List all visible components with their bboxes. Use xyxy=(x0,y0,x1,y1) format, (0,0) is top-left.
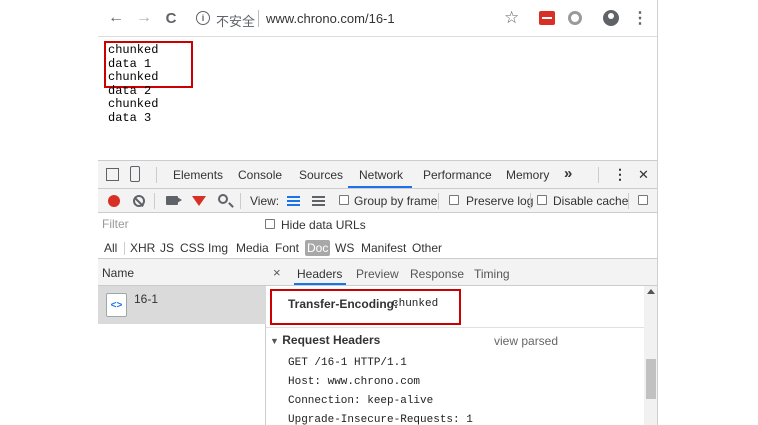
detail-active-indicator xyxy=(294,283,346,285)
resource-type-filter: All XHR JS CSS Img Media Font Doc WS Man… xyxy=(98,237,658,259)
forward-button[interactable]: → xyxy=(134,8,154,28)
browser-menu-icon[interactable]: ⋮ xyxy=(632,8,648,28)
reload-icon: C xyxy=(165,9,177,27)
type-js[interactable]: JS xyxy=(160,241,174,255)
waterfall-view-icon[interactable] xyxy=(312,196,325,206)
page-content-box: chunked data 1 chunked data 2 chunked da… xyxy=(104,41,193,124)
window-edge xyxy=(657,0,658,425)
hide-data-urls-checkbox[interactable] xyxy=(265,219,275,229)
chunk-line-3: chunked data 3 xyxy=(108,97,159,125)
type-media[interactable]: Media xyxy=(236,241,269,255)
type-xhr[interactable]: XHR xyxy=(130,241,155,255)
browser-window: ← → C i 不安全 www.chrono.com/16-1 ☆ ⋮ chun… xyxy=(98,0,658,425)
bookmark-star-icon[interactable]: ☆ xyxy=(504,8,519,28)
extension-red-icon[interactable] xyxy=(539,11,555,25)
request-row[interactable]: <> 16-1 xyxy=(98,286,266,324)
devtools-menu-icon[interactable]: ⋮ xyxy=(613,166,627,183)
filter-input[interactable]: Filter xyxy=(102,217,252,233)
filter-row: Filter Hide data URLs xyxy=(98,213,658,237)
device-toolbar-icon[interactable] xyxy=(130,166,140,182)
back-button[interactable]: ← xyxy=(106,8,126,28)
forward-arrow-icon: → xyxy=(136,9,152,26)
chunk-line-1: chunked data 1 xyxy=(108,43,159,71)
preserve-log-label: Preserve log xyxy=(466,194,534,208)
expand-triangle-icon: ▼ xyxy=(270,336,279,346)
clear-icon[interactable] xyxy=(133,195,145,207)
detail-tab-bar: × Headers Preview Response Timing xyxy=(266,259,658,286)
tab-memory[interactable]: Memory xyxy=(506,168,549,182)
type-ws[interactable]: WS xyxy=(335,241,354,255)
name-column-label: Name xyxy=(102,266,135,280)
request-detail-pane: × Headers Preview Response Timing Transf… xyxy=(266,259,658,425)
tab-performance[interactable]: Performance xyxy=(423,168,492,182)
host-header: Host: www.chrono.com xyxy=(288,376,421,388)
tab-response[interactable]: Response xyxy=(410,267,464,281)
screenshot-camera-icon[interactable] xyxy=(166,196,182,205)
back-arrow-icon: ← xyxy=(108,9,124,26)
profile-avatar-icon[interactable] xyxy=(603,10,619,26)
upgrade-insecure-header: Upgrade-Insecure-Requests: 1 xyxy=(288,414,473,425)
view-parsed-toggle[interactable]: view parsed xyxy=(494,334,558,348)
close-detail-icon[interactable]: × xyxy=(273,265,281,280)
detail-scrollbar[interactable] xyxy=(644,286,658,425)
type-other[interactable]: Other xyxy=(412,241,442,255)
tab-elements[interactable]: Elements xyxy=(173,168,223,182)
hide-data-urls-label: Hide data URLs xyxy=(281,218,366,232)
connection-header: Connection: keep-alive xyxy=(288,395,434,407)
view-label: View: xyxy=(250,194,280,208)
devtools-panel: Elements Console Sources Network Perform… xyxy=(98,160,658,425)
chunk-line-2: chunked data 2 xyxy=(108,70,159,98)
transfer-encoding-key: Transfer-Encoding: xyxy=(288,297,399,311)
scroll-up-arrow-icon[interactable] xyxy=(647,289,655,294)
type-img[interactable]: Img xyxy=(208,241,228,255)
scrollbar-thumb[interactable] xyxy=(646,359,656,399)
security-status: 不安全 xyxy=(216,14,256,29)
browser-toolbar: ← → C i 不安全 www.chrono.com/16-1 ☆ ⋮ xyxy=(98,0,658,37)
address-bar[interactable]: www.chrono.com/16-1 xyxy=(266,11,395,26)
type-doc[interactable]: Doc xyxy=(305,240,331,256)
tab-timing[interactable]: Timing xyxy=(474,267,510,281)
tab-sources[interactable]: Sources xyxy=(299,168,343,182)
type-manifest[interactable]: Manifest xyxy=(361,241,406,255)
type-all[interactable]: All xyxy=(104,241,117,255)
devtools-tab-bar: Elements Console Sources Network Perform… xyxy=(98,161,658,189)
disable-cache-checkbox[interactable] xyxy=(537,195,547,205)
section-divider xyxy=(266,327,644,328)
tab-headers[interactable]: Headers xyxy=(297,267,342,281)
request-line: GET /16-1 HTTP/1.1 xyxy=(288,357,407,369)
filter-icon[interactable] xyxy=(192,196,206,206)
omnibox-divider xyxy=(258,10,259,27)
record-icon[interactable] xyxy=(108,195,120,207)
type-font[interactable]: Font xyxy=(275,241,299,255)
document-icon: <> xyxy=(106,293,127,317)
request-headers-title[interactable]: ▼ Request Headers xyxy=(270,333,380,347)
more-tabs-icon[interactable]: » xyxy=(564,165,572,182)
group-by-frame-checkbox[interactable] xyxy=(339,195,349,205)
transfer-encoding-value: chunked xyxy=(392,298,439,310)
request-name: 16-1 xyxy=(134,292,159,306)
inspect-element-icon[interactable] xyxy=(106,168,119,181)
disable-cache-label: Disable cache xyxy=(553,194,629,208)
group-by-frame-label: Group by frame xyxy=(354,194,438,208)
network-toolbar: View: Group by frame Preserve log Disabl… xyxy=(98,189,658,213)
close-devtools-icon[interactable]: ✕ xyxy=(638,167,649,183)
tab-network[interactable]: Network xyxy=(359,168,403,182)
tab-console[interactable]: Console xyxy=(238,168,282,182)
site-info-icon[interactable]: i xyxy=(196,11,210,25)
extension-circle-icon[interactable] xyxy=(568,11,582,25)
reload-button[interactable]: C xyxy=(161,8,181,28)
type-css[interactable]: CSS xyxy=(180,241,205,255)
tab-preview[interactable]: Preview xyxy=(356,267,399,281)
search-icon[interactable] xyxy=(218,194,228,204)
preserve-log-checkbox[interactable] xyxy=(449,195,459,205)
name-column-header[interactable]: Name xyxy=(98,259,266,286)
large-rows-view-icon[interactable] xyxy=(287,196,300,206)
offline-checkbox[interactable] xyxy=(638,195,648,205)
request-list: Name <> 16-1 xyxy=(98,259,266,425)
active-tab-indicator xyxy=(348,186,412,188)
